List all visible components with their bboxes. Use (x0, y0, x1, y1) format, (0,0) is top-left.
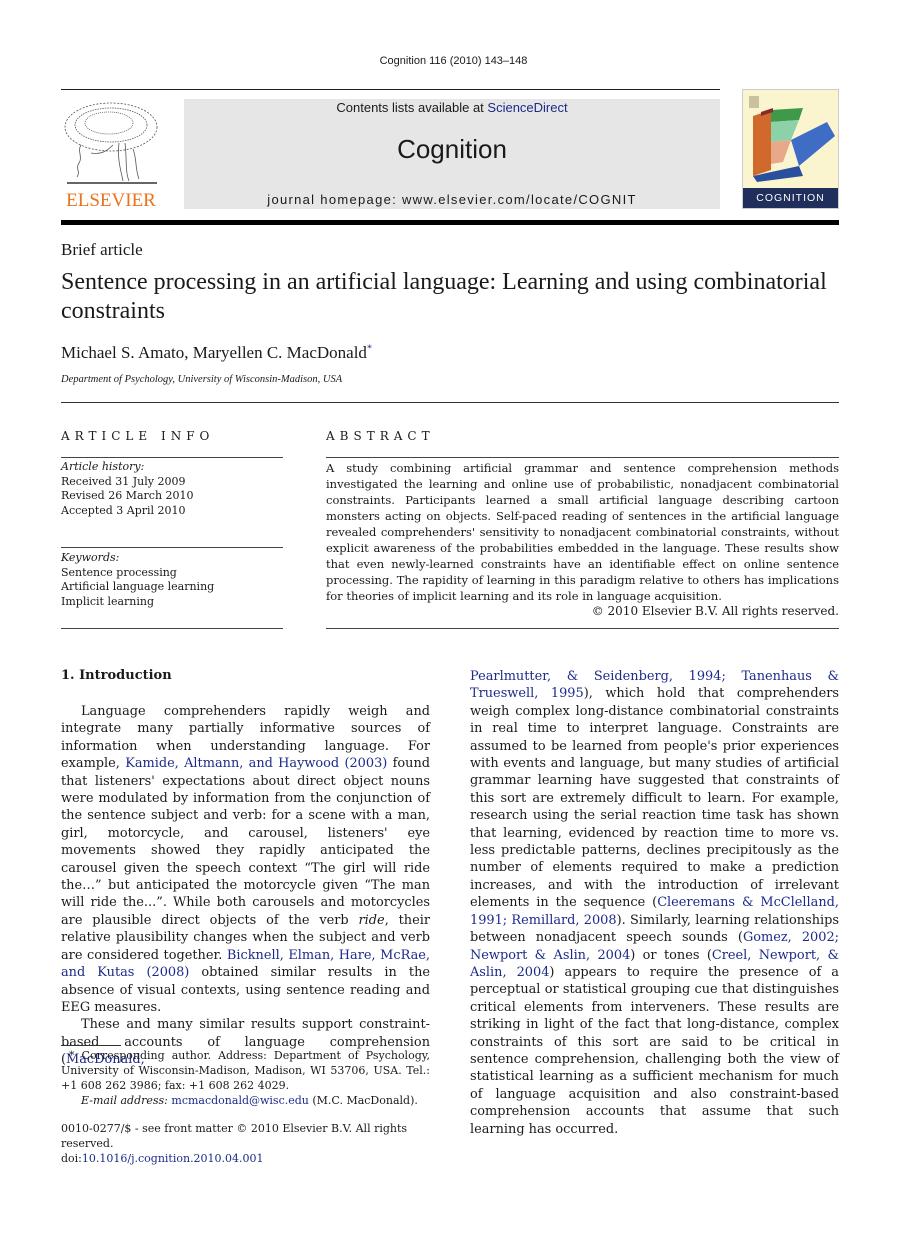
divider (61, 547, 283, 548)
abstract-copyright: © 2010 Elsevier B.V. All rights reserved… (591, 604, 839, 618)
body-column-right: Pearlmutter, & Seidenberg, 1994; Tanenha… (470, 668, 839, 1138)
running-head: Cognition 116 (2010) 143–148 (379, 55, 528, 67)
doi-line: doi:10.1016/j.cognition.2010.04.001 (61, 1151, 441, 1166)
tree-icon (64, 102, 158, 184)
keywords-label: Keywords: (61, 551, 120, 564)
footnote: * Corresponding author. Address: Departm… (61, 1048, 430, 1108)
elsevier-wordmark: ELSEVIER (66, 190, 156, 211)
email-label: E-mail address: (81, 1094, 168, 1107)
keyword: Artificial language learning (61, 580, 215, 593)
body-column-left: Language comprehenders rapidly weigh and… (61, 703, 430, 1069)
journal-cover[interactable]: COGNITION (742, 89, 839, 209)
footnote-email: E-mail address: mcmacdonald@wisc.edu (M.… (61, 1093, 430, 1108)
text: ) appears to require the presence of a p… (470, 964, 839, 1137)
divider (61, 457, 283, 458)
history-accepted: Accepted 3 April 2010 (61, 503, 186, 517)
article-info-heading: ARTICLE INFO (61, 429, 215, 443)
divider (61, 628, 283, 629)
article-type: Brief article (61, 240, 143, 259)
header-thick-rule (61, 220, 839, 225)
text: ) or tones ( (630, 947, 712, 963)
article-history: Article history: Received 31 July 2009 R… (61, 460, 283, 518)
history-label: Article history: (61, 460, 145, 473)
journal-homepage-link[interactable]: journal homepage: www.elsevier.com/locat… (184, 192, 720, 207)
footnote-text: * Corresponding author. Address: Departm… (61, 1048, 430, 1093)
email-link[interactable]: mcmacdonald@wisc.edu (171, 1094, 308, 1107)
top-rule (61, 89, 720, 90)
divider (61, 402, 839, 403)
text: ride (358, 912, 385, 928)
contents-prefix: Contents lists available at (336, 100, 488, 115)
sciencedirect-link[interactable]: ScienceDirect (487, 100, 567, 115)
text: found that listeners' expectations about… (61, 756, 430, 928)
keywords: Keywords: Sentence processing Artificial… (61, 551, 283, 609)
citation-link[interactable]: Kamide, Altmann, and Haywood (2003) (125, 756, 387, 771)
history-received: Received 31 July 2009 (61, 474, 186, 488)
text: (M.C. MacDonald). (308, 1094, 418, 1107)
doi-link[interactable]: 10.1016/j.cognition.2010.04.001 (82, 1152, 264, 1165)
authors: Michael S. Amato, Maryellen C. MacDonald… (61, 343, 372, 363)
abstract-text: A study combining artificial grammar and… (326, 461, 839, 603)
abstract-heading: ABSTRACT (326, 429, 435, 443)
keyword: Implicit learning (61, 594, 155, 608)
journal-name: Cognition (397, 134, 507, 164)
divider (326, 457, 839, 458)
divider (326, 628, 839, 629)
article-title: Sentence processing in an artificial lan… (61, 269, 827, 324)
affiliation: Department of Psychology, University of … (61, 374, 343, 385)
text: ), which hold that comprehenders weigh c… (470, 686, 839, 911)
front-matter: 0010-0277/$ - see front matter © 2010 El… (61, 1121, 441, 1166)
corresponding-author-mark[interactable]: * (367, 343, 372, 354)
doi-prefix: doi: (61, 1152, 82, 1165)
issn-line: 0010-0277/$ - see front matter © 2010 El… (61, 1122, 408, 1150)
paragraph: Language comprehenders rapidly weigh and… (61, 703, 430, 1016)
keyword: Sentence processing (61, 565, 177, 579)
paragraph: Pearlmutter, & Seidenberg, 1994; Tanenha… (470, 668, 839, 1138)
footnote-rule (61, 1045, 121, 1046)
contents-line: Contents lists available at ScienceDirec… (184, 100, 720, 115)
text: Corresponding author. Address: Departmen… (61, 1049, 430, 1092)
cover-blocks-icon (749, 96, 835, 182)
section-heading: 1. Introduction (61, 668, 172, 683)
history-revised: Revised 26 March 2010 (61, 489, 194, 502)
cover-title: COGNITION (743, 188, 838, 208)
author-names: Michael S. Amato, Maryellen C. MacDonald (61, 343, 367, 362)
